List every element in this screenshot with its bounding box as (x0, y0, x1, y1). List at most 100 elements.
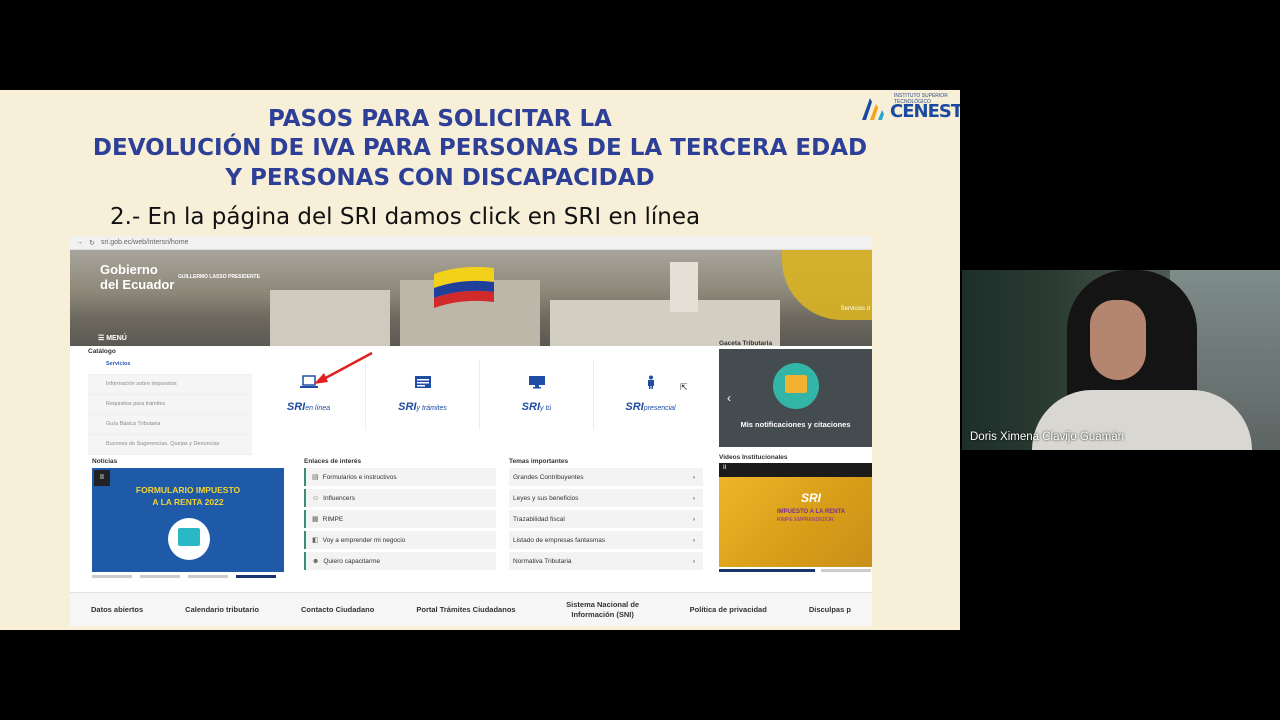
tema-leyes[interactable]: Leyes y sus beneficios › (509, 489, 703, 507)
gobierno-ecuador-logo[interactable]: Gobierno del Ecuador (100, 262, 174, 292)
url-text: sri.gob.ec/web/intersri/home (100, 239, 189, 246)
notification-icon (785, 375, 807, 393)
reload-icon: ↻ (89, 239, 95, 247)
enlaces-label: Enlaces de interés (304, 458, 362, 465)
video-text-2: RIMPE EMPRENDEDOR (777, 517, 834, 523)
link-label: Voy a emprender mi negocio (322, 536, 406, 544)
sri-website-screenshot: → ↻ sri.gob.ec/web/intersri/home Gobiern… (70, 236, 872, 626)
video-progress-bar[interactable] (719, 569, 872, 572)
catalog-item-informacion[interactable]: Información sobre impuestos (88, 375, 252, 395)
temas-section: Temas importantes Grandes Contribuyentes… (509, 458, 703, 570)
tema-label: Leyes y sus beneficios (513, 494, 579, 502)
news-line-1: FORMULARIO IMPUESTO (135, 485, 241, 495)
chevron-right-icon: › (692, 473, 695, 481)
slider-dot[interactable] (92, 575, 132, 578)
tema-grandes-contribuyentes[interactable]: Grandes Contribuyentes › (509, 468, 703, 486)
participant-name: Doris Ximena Clavijo Guamán (970, 431, 1125, 443)
tile-sub: presencial (643, 405, 676, 412)
hero-right-text: Servicios d (840, 306, 870, 312)
link-label: Quiero capacitarme (323, 557, 381, 565)
tower-shape (670, 262, 698, 312)
catalog-item-guia[interactable]: Guía Básica Tributaria (88, 415, 252, 435)
footer-calendario[interactable]: Calendario tributario (185, 605, 259, 615)
videos-label: Videos Institucionales (719, 454, 788, 461)
pause-icon[interactable]: II (723, 465, 726, 471)
video-text-1: IMPUESTO A LA RENTA (777, 509, 846, 515)
tema-normativa[interactable]: Normativa Tributaria › (509, 552, 703, 570)
tile-sri-presencial[interactable]: SRIpresencial (594, 360, 707, 430)
participant-video-tile[interactable]: Doris Ximena Clavijo Guamán (962, 270, 1280, 450)
gaceta-caption: Mis notificaciones y citaciones (740, 420, 851, 429)
red-pointer-arrow (314, 351, 373, 384)
tile-label: SRI (521, 401, 541, 413)
link-capacitarme[interactable]: ☻ Quiero capacitarme (304, 552, 496, 570)
catalog-item-requisitos[interactable]: Requisitos para trámites (88, 395, 252, 415)
hero-banner: Gobierno del Ecuador GUILLERMO LASSO PRE… (70, 250, 872, 346)
tile-sri-y-tu[interactable]: SRIy tú (480, 360, 594, 430)
ecuador-flag-icon (434, 266, 494, 308)
news-slider-dots (92, 575, 292, 578)
tema-trazabilidad[interactable]: Trazabilidad fiscal › (509, 510, 703, 528)
tema-label: Listado de empresas fantasmas (513, 536, 606, 544)
slide-step-text: 2.- En la página del SRI damos click en … (110, 204, 701, 230)
meeting-stage: INSTITUTO SUPERIOR TECNOLÓGICO CENESTUR … (0, 0, 1280, 720)
videos-section: Videos Institucionales II SRI IMPUESTO A… (719, 454, 872, 572)
footer-disculpas[interactable]: Disculpas p (809, 605, 851, 615)
document-icon: ▤ (312, 474, 319, 481)
participant-face (1090, 300, 1146, 380)
tile-label: SRI (286, 401, 306, 413)
mouse-cursor-icon: ⇱ (680, 382, 688, 392)
tile-label: SRI (398, 401, 417, 413)
footer-sni[interactable]: Sistema Nacional de Información (SNI) (558, 600, 648, 620)
tile-sub: en línea (305, 405, 331, 412)
video-sri-logo: SRI (801, 491, 822, 505)
carousel-prev-icon[interactable]: ‹ (727, 391, 731, 405)
briefcase-icon: ◧ (312, 537, 319, 544)
link-rimpe[interactable]: ▦ RIMPE (304, 510, 496, 528)
slider-dot-active[interactable] (236, 575, 276, 578)
chevron-right-icon: › (692, 515, 695, 523)
footer-portal-tramites[interactable]: Portal Trámites Ciudadanos (416, 605, 515, 615)
video-progress-rest (821, 569, 871, 572)
link-influencers[interactable]: ☺ Influencers (304, 489, 496, 507)
tema-empresas-fantasmas[interactable]: Listado de empresas fantasmas › (509, 531, 703, 549)
slider-dot[interactable] (188, 575, 228, 578)
tema-label: Grandes Contribuyentes (513, 473, 584, 481)
gaceta-label: Gaceta Tributaria (719, 340, 773, 347)
table-icon: ▦ (312, 516, 319, 523)
footer-datos-abiertos[interactable]: Datos abiertos (91, 605, 143, 615)
slider-dot[interactable] (140, 575, 180, 578)
link-label: Influencers (323, 494, 355, 502)
catalog-item-servicios[interactable]: Servicios (88, 355, 252, 375)
gov-subtitle: GUILLERMO LASSO PRESIDENTE (178, 274, 260, 280)
catalog-section: Catálogo Servicios Información sobre imp… (88, 348, 252, 455)
temas-label: Temas importantes (509, 458, 569, 465)
catalog-item-buzones[interactable]: Buzones de Sugerencias, Quejas y Denunci… (88, 435, 252, 455)
building-shape (270, 290, 390, 346)
footer-links: Datos abiertos Calendario tributario Con… (70, 592, 872, 626)
link-formularios[interactable]: ▤ Formularios e instructivos (304, 468, 496, 486)
link-emprender[interactable]: ◧ Voy a emprender mi negocio (304, 531, 496, 549)
tile-sri-tramites[interactable]: SRIy trámites (366, 360, 480, 430)
footer-privacidad[interactable]: Política de privacidad (690, 605, 767, 615)
slide-title-line-3: Y PERSONAS CON DISCAPACIDAD (225, 165, 655, 191)
footer-contacto[interactable]: Contacto Ciudadano (301, 605, 374, 615)
chevron-right-icon: › (692, 494, 695, 502)
slide-title-line-1: PASOS PARA SOLICITAR LA (268, 106, 612, 132)
menu-button[interactable]: ☰ MENÚ (98, 334, 127, 342)
video-player[interactable]: II SRI IMPUESTO A LA RENTA RIMPE EMPREND… (719, 463, 872, 567)
link-label: Formularios e instructivos (322, 473, 397, 481)
video-progress-played (719, 569, 815, 572)
chevron-right-icon: › (692, 536, 695, 544)
tile-sub: y tú (540, 405, 552, 412)
tema-label: Normativa Tributaria (513, 557, 572, 565)
news-banner[interactable]: II FORMULARIO IMPUESTO A LA RENTA 2022 (92, 468, 284, 572)
url-bar: → ↻ sri.gob.ec/web/intersri/home (70, 236, 872, 250)
tile-label: SRI (625, 401, 644, 413)
tile-sub: y trámites (416, 405, 447, 412)
gaceta-carousel[interactable]: ‹ Mis notificaciones y citaciones (719, 349, 872, 447)
form-icon (414, 376, 431, 388)
chevron-right-icon: › (692, 557, 695, 565)
noticias-label: Noticias (92, 458, 118, 465)
gov-logo-line-1: Gobierno (100, 262, 158, 277)
